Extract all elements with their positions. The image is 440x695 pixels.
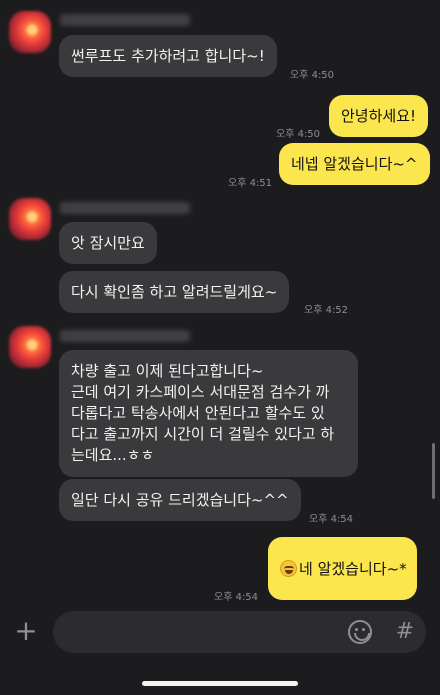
- message-bubble-multiline[interactable]: 차량 출고 이제 된다고합니다~ 근데 여기 카스페이스 서대문점 검수가 까 …: [59, 350, 358, 477]
- message-line: 다롭다고 탁송사에서 안된다고 할수도 있: [71, 404, 325, 422]
- message-bubble[interactable]: 앗 잠시만요: [59, 222, 157, 264]
- home-indicator[interactable]: [142, 681, 298, 686]
- message-bubble[interactable]: 네넵 알겠습니다~^: [279, 143, 430, 185]
- message-bubble[interactable]: 썬루프도 추가하려고 합니다~!: [59, 35, 277, 77]
- scroll-indicator[interactable]: [432, 443, 435, 499]
- message-time: 오후 4:54: [309, 514, 354, 525]
- message-time: 오후 4:51: [228, 178, 273, 189]
- message-time: 오후 4:52: [304, 305, 349, 316]
- chat-area[interactable]: 썬루프도 추가하려고 합니다~! 오후 4:50 안녕하세요! 오후 4:50 …: [0, 0, 440, 605]
- message-bubble[interactable]: 네 알겠습니다~*: [268, 537, 417, 600]
- avatar[interactable]: [9, 326, 51, 368]
- message-bubble[interactable]: 다시 확인좀 하고 알려드릴게요~: [59, 271, 290, 313]
- sender-name-blurred: [60, 330, 190, 342]
- plus-icon[interactable]: +: [13, 617, 39, 645]
- emoji-icon[interactable]: [348, 620, 372, 644]
- sender-name-blurred: [60, 202, 190, 214]
- avatar[interactable]: [9, 11, 51, 53]
- message-line: 는데요...ㅎㅎ: [71, 446, 155, 464]
- message-text: 네 알겠습니다~*: [299, 560, 407, 578]
- message-bubble[interactable]: 일단 다시 공유 드리겠습니다~^^: [59, 479, 301, 521]
- grin-sweat-emoji: [280, 560, 297, 577]
- message-time: 오후 4:50: [290, 70, 335, 81]
- message-line: 근데 여기 카스페이스 서대문점 검수가 까: [71, 383, 330, 401]
- message-line: 다고 출고까지 시간이 더 걸릴수 있다고 하: [71, 425, 335, 443]
- avatar[interactable]: [9, 198, 51, 240]
- sender-name-blurred: [60, 14, 190, 26]
- message-time: 오후 4:50: [276, 129, 321, 140]
- message-line: 차량 출고 이제 된다고합니다~: [71, 362, 264, 380]
- message-time: 오후 4:54: [214, 592, 259, 603]
- message-bubble[interactable]: 안녕하세요!: [329, 95, 429, 137]
- hash-icon[interactable]: #: [393, 618, 417, 646]
